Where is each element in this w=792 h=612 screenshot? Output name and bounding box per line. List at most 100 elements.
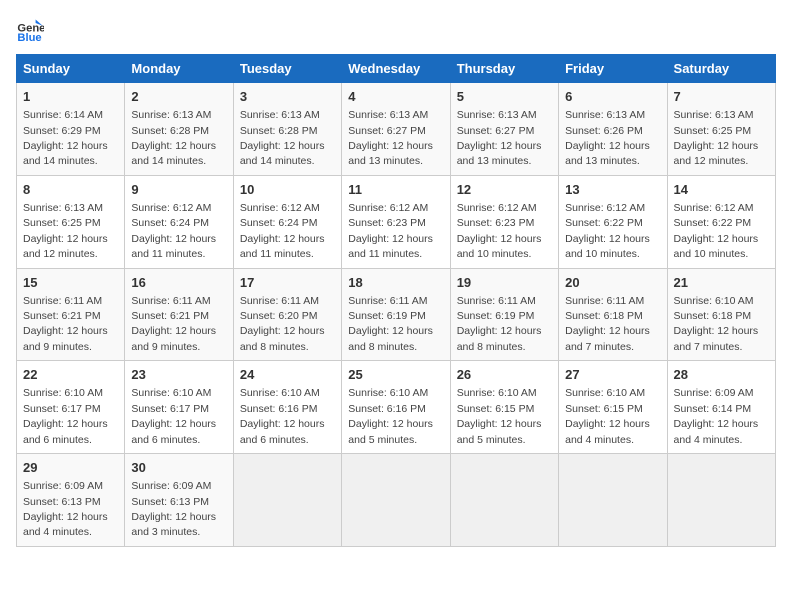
day-number: 23: [131, 366, 226, 384]
day-daylight: Daylight: 12 hours and 8 minutes.: [240, 325, 325, 352]
day-daylight: Daylight: 12 hours and 12 minutes.: [674, 140, 759, 167]
day-sunrise: Sunrise: 6:10 AM: [131, 387, 211, 399]
calendar-cell: 14Sunrise: 6:12 AMSunset: 6:22 PMDayligh…: [667, 175, 775, 268]
day-sunrise: Sunrise: 6:10 AM: [565, 387, 645, 399]
day-number: 5: [457, 88, 552, 106]
header-day-thursday: Thursday: [450, 55, 558, 83]
day-sunrise: Sunrise: 6:10 AM: [457, 387, 537, 399]
day-sunset: Sunset: 6:28 PM: [131, 125, 209, 137]
calendar-cell: 21 Sunrise: 6:10 AM Sunset: 6:18 PM Dayligh…: [667, 268, 775, 361]
day-daylight: Daylight: 12 hours and 11 minutes.: [131, 233, 216, 260]
day-daylight: Daylight: 12 hours and 10 minutes.: [457, 233, 542, 260]
day-daylight: Daylight: 12 hours and 4 minutes.: [565, 418, 650, 445]
day-sunset: Sunset: 6:27 PM: [457, 125, 535, 137]
calendar-week-2: 8Sunrise: 6:13 AMSunset: 6:25 PMDaylight…: [17, 175, 776, 268]
day-number: 27: [565, 366, 660, 384]
day-daylight: Daylight: 12 hours and 12 minutes.: [23, 233, 108, 260]
day-sunset: Sunset: 6:13 PM: [23, 496, 101, 508]
day-number: 25: [348, 366, 443, 384]
day-daylight: Daylight: 12 hours and 14 minutes.: [131, 140, 216, 167]
day-sunrise: Sunrise: 6:09 AM: [23, 480, 103, 492]
header-day-monday: Monday: [125, 55, 233, 83]
day-sunset: Sunset: 6:15 PM: [457, 403, 535, 415]
day-sunrise: Sunrise: 6:12 AM: [131, 202, 211, 214]
calendar-week-1: 1Sunrise: 6:14 AMSunset: 6:29 PMDaylight…: [17, 83, 776, 176]
day-number: 10: [240, 181, 335, 199]
calendar-cell: 11Sunrise: 6:12 AMSunset: 6:23 PMDayligh…: [342, 175, 450, 268]
calendar-cell: 18Sunrise: 6:11 AMSunset: 6:19 PMDayligh…: [342, 268, 450, 361]
day-number: 13: [565, 181, 660, 199]
day-sunrise: Sunrise: 6:12 AM: [565, 202, 645, 214]
calendar-cell: 25Sunrise: 6:10 AMSunset: 6:16 PMDayligh…: [342, 361, 450, 454]
day-sunrise: Sunrise: 6:11 AM: [348, 295, 427, 307]
day-sunrise: Sunrise: 6:11 AM: [23, 295, 102, 307]
day-sunrise: Sunrise: 6:10 AM: [23, 387, 103, 399]
day-sunrise: Sunrise: 6:12 AM: [457, 202, 537, 214]
day-daylight: Daylight: 12 hours and 10 minutes.: [674, 233, 759, 260]
header-day-tuesday: Tuesday: [233, 55, 341, 83]
day-number: 24: [240, 366, 335, 384]
day-sunset: Sunset: 6:25 PM: [23, 217, 101, 229]
header-day-wednesday: Wednesday: [342, 55, 450, 83]
day-sunset: Sunset: 6:18 PM: [565, 310, 643, 322]
day-daylight: Daylight: 12 hours and 10 minutes.: [565, 233, 650, 260]
calendar-cell: 26 Sunrise: 6:10 AM Sunset: 6:15 PM Dayligh…: [450, 361, 558, 454]
day-sunset: Sunset: 6:19 PM: [348, 310, 426, 322]
logo-icon: General Blue: [16, 16, 44, 44]
day-sunset: Sunset: 6:21 PM: [23, 310, 101, 322]
day-sunset: Sunset: 6:13 PM: [131, 496, 209, 508]
calendar-cell: [559, 454, 667, 547]
calendar-week-4: 22Sunrise: 6:10 AMSunset: 6:17 PMDayligh…: [17, 361, 776, 454]
day-sunrise: Sunrise: 6:13 AM: [457, 109, 537, 121]
day-number: 21: [674, 274, 769, 292]
day-daylight: Daylight: 12 hours and 6 minutes.: [131, 418, 216, 445]
calendar-cell: 22Sunrise: 6:10 AMSunset: 6:17 PMDayligh…: [17, 361, 125, 454]
day-daylight: Daylight: 12 hours and 7 minutes.: [674, 325, 759, 352]
calendar-cell: 28Sunrise: 6:09 AMSunset: 6:14 PMDayligh…: [667, 361, 775, 454]
page-header: General Blue: [16, 16, 776, 44]
calendar-cell: 17Sunrise: 6:11 AMSunset: 6:20 PMDayligh…: [233, 268, 341, 361]
day-sunrise: Sunrise: 6:12 AM: [240, 202, 320, 214]
day-number: 20: [565, 274, 660, 292]
calendar-cell: 23Sunrise: 6:10 AMSunset: 6:17 PMDayligh…: [125, 361, 233, 454]
header-day-sunday: Sunday: [17, 55, 125, 83]
calendar-week-3: 15 Sunrise: 6:11 AM Sunset: 6:21 PM Dayligh…: [17, 268, 776, 361]
day-sunrise: Sunrise: 6:10 AM: [674, 295, 754, 307]
calendar-cell: 24Sunrise: 6:10 AMSunset: 6:16 PMDayligh…: [233, 361, 341, 454]
day-daylight: Daylight: 12 hours and 5 minutes.: [457, 418, 542, 445]
day-sunset: Sunset: 6:18 PM: [674, 310, 752, 322]
calendar-cell: 12Sunrise: 6:12 AMSunset: 6:23 PMDayligh…: [450, 175, 558, 268]
day-sunset: Sunset: 6:15 PM: [565, 403, 643, 415]
day-sunset: Sunset: 6:23 PM: [348, 217, 426, 229]
day-sunset: Sunset: 6:24 PM: [131, 217, 209, 229]
day-number: 4: [348, 88, 443, 106]
day-sunset: Sunset: 6:23 PM: [457, 217, 535, 229]
calendar-table: SundayMondayTuesdayWednesdayThursdayFrid…: [16, 54, 776, 547]
day-number: 22: [23, 366, 118, 384]
day-number: 2: [131, 88, 226, 106]
calendar-cell: 5Sunrise: 6:13 AMSunset: 6:27 PMDaylight…: [450, 83, 558, 176]
calendar-cell: [233, 454, 341, 547]
calendar-cell: [667, 454, 775, 547]
day-number: 18: [348, 274, 443, 292]
day-number: 15: [23, 274, 118, 292]
day-daylight: Daylight: 12 hours and 13 minutes.: [348, 140, 433, 167]
day-sunset: Sunset: 6:14 PM: [674, 403, 752, 415]
day-daylight: Daylight: 12 hours and 14 minutes.: [23, 140, 108, 167]
calendar-cell: 6Sunrise: 6:13 AMSunset: 6:26 PMDaylight…: [559, 83, 667, 176]
logo: General Blue: [16, 16, 48, 44]
day-number: 11: [348, 181, 443, 199]
day-sunrise: Sunrise: 6:10 AM: [240, 387, 320, 399]
day-sunrise: Sunrise: 6:13 AM: [240, 109, 320, 121]
calendar-cell: 27 Sunrise: 6:10 AM Sunset: 6:15 PM Dayligh…: [559, 361, 667, 454]
day-number: 29: [23, 459, 118, 477]
day-daylight: Daylight: 12 hours and 7 minutes.: [565, 325, 650, 352]
calendar-cell: 9 Sunrise: 6:12 AM Sunset: 6:24 PM Daylight…: [125, 175, 233, 268]
day-sunrise: Sunrise: 6:12 AM: [348, 202, 428, 214]
day-daylight: Daylight: 12 hours and 5 minutes.: [348, 418, 433, 445]
day-sunrise: Sunrise: 6:13 AM: [348, 109, 428, 121]
day-number: 9: [131, 181, 226, 199]
day-number: 26: [457, 366, 552, 384]
day-sunset: Sunset: 6:19 PM: [457, 310, 535, 322]
day-sunset: Sunset: 6:20 PM: [240, 310, 318, 322]
